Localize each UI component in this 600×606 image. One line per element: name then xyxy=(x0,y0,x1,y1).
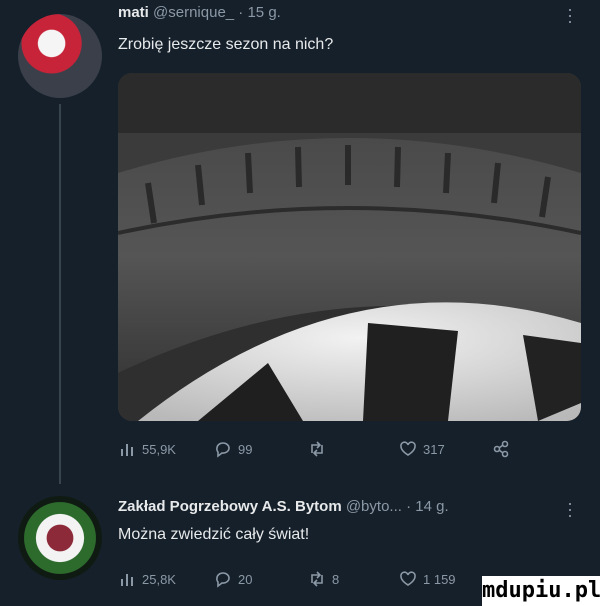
views-count: 55,9K xyxy=(142,441,176,457)
heart-icon xyxy=(400,571,416,586)
like-action[interactable]: 1 159 xyxy=(399,570,456,588)
retweet-count: 8 xyxy=(332,571,340,587)
reply-action[interactable]: 99 xyxy=(214,440,252,458)
tweet-text: Można zwiedzić cały świat! xyxy=(118,526,310,543)
separator: · xyxy=(238,4,244,21)
more-options-icon[interactable]: · · · xyxy=(567,0,573,30)
like-count: 1 159 xyxy=(423,571,456,587)
reply-count: 20 xyxy=(238,571,253,587)
watermark-logo: mdupiu.pl xyxy=(482,576,600,606)
views-count: 25,8K xyxy=(142,571,176,587)
separator: · xyxy=(406,498,412,515)
tweet-photo[interactable] xyxy=(118,73,581,421)
thread-line xyxy=(59,104,61,484)
display-name[interactable]: Zakład Pogrzebowy A.S. Bytom xyxy=(118,498,342,515)
analytics-icon xyxy=(121,574,133,586)
retweet-action[interactable] xyxy=(308,440,332,458)
reply-icon xyxy=(216,572,230,588)
views-action[interactable]: 55,9K xyxy=(118,440,176,458)
like-action[interactable]: 317 xyxy=(399,440,445,458)
analytics-icon xyxy=(121,444,133,456)
tire-photo-icon xyxy=(118,73,581,421)
tweet-header: Zakład Pogrzebowy A.S. Bytom @byto... · … xyxy=(118,498,449,515)
tweet-actions: 55,9K 99 317 xyxy=(118,440,518,464)
heart-icon xyxy=(400,441,416,456)
display-name[interactable]: mati xyxy=(118,4,149,21)
share-icon xyxy=(493,440,509,458)
avatar[interactable] xyxy=(18,14,102,98)
timestamp[interactable]: 15 g. xyxy=(247,4,280,21)
views-action[interactable]: 25,8K xyxy=(118,570,176,588)
reply-icon xyxy=(216,442,230,458)
more-options-icon[interactable]: · · · xyxy=(567,494,573,524)
handle[interactable]: @sernique_ xyxy=(153,4,234,21)
tweet-header: mati @sernique_ · 15 g. xyxy=(118,4,281,21)
share-action[interactable] xyxy=(492,440,510,458)
avatar[interactable] xyxy=(18,496,102,580)
retweet-icon xyxy=(311,571,323,587)
tweet-actions: 25,8K 20 8 1 159 xyxy=(118,570,518,594)
tweet-1: mati @sernique_ · 15 g. · · · Zrobię jeszc… xyxy=(0,0,600,486)
reply-count: 99 xyxy=(238,441,253,457)
retweet-action[interactable]: 8 xyxy=(308,570,339,588)
handle[interactable]: @byto... xyxy=(346,498,402,515)
tweet-text: Zrobię jeszcze sezon na nich? xyxy=(118,36,334,53)
like-count: 317 xyxy=(423,441,445,457)
timestamp[interactable]: 14 g. xyxy=(415,498,448,515)
reply-action[interactable]: 20 xyxy=(214,570,252,588)
retweet-icon xyxy=(311,441,323,457)
